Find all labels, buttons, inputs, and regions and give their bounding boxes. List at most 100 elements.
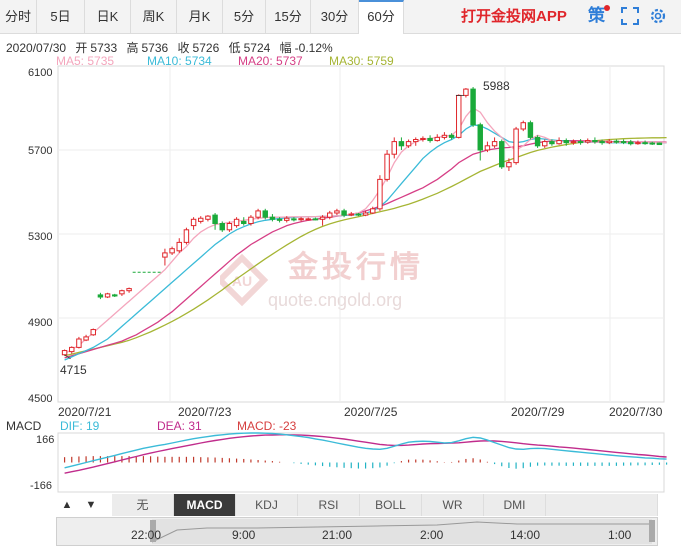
candle-body: [190, 218, 197, 227]
max-price-label: 5988: [483, 79, 510, 93]
candle-body: [549, 141, 555, 145]
candle-body: [255, 210, 261, 218]
candle-body: [327, 212, 333, 218]
candle-body: [334, 210, 340, 214]
ma30-line: [64, 136, 667, 357]
scroll-down-icon[interactable]: ▼: [82, 496, 100, 514]
scroll-up-icon[interactable]: ▲: [58, 496, 76, 514]
candle-body: [506, 162, 512, 168]
candle-body: [477, 124, 483, 151]
indicator-tab-boll[interactable]: BOLL: [360, 494, 422, 516]
nav-time-0: 22:00: [131, 528, 162, 542]
candle-body: [491, 141, 498, 147]
candle-body: [183, 229, 190, 243]
macd-title: MACD: [6, 419, 42, 433]
candle-body: [305, 218, 311, 221]
candle-body: [499, 141, 505, 168]
candle-body: [284, 217, 290, 221]
indicator-tab-wr[interactable]: WR: [422, 494, 484, 516]
candle-body: [520, 122, 526, 130]
candle-body: [298, 218, 304, 221]
dif-legend: DIF: 19: [60, 419, 100, 433]
candle-body: [69, 346, 75, 353]
candle-body: [126, 288, 132, 292]
x-tick-0723: 2020/7/23: [178, 405, 232, 419]
candle-body: [534, 136, 541, 147]
candle-body: [527, 122, 534, 138]
candle-body: [628, 141, 634, 145]
ma20-line: [64, 139, 667, 359]
candle-body: [219, 223, 225, 231]
indicator-tab-macd[interactable]: MACD: [174, 494, 236, 516]
nav-time-5: 1:00: [608, 528, 632, 542]
candle-body: [97, 294, 104, 298]
candle-body: [620, 141, 627, 144]
candle-body: [226, 223, 233, 231]
candle-body: [456, 94, 462, 138]
candle-body: [470, 88, 476, 126]
candle-body: [119, 290, 125, 295]
indicator-tab-无[interactable]: 无: [112, 494, 174, 516]
candle-body: [319, 216, 326, 220]
candle-body: [542, 141, 548, 147]
navigator-right-handle[interactable]: [649, 520, 655, 542]
candle-body: [198, 217, 204, 222]
candle-body: [513, 128, 519, 164]
candle-body: [212, 214, 218, 225]
candle-body: [176, 241, 182, 252]
candle-body: [391, 141, 397, 155]
candle-body: [556, 140, 562, 145]
indicator-tab-spacer: [546, 494, 658, 516]
candle-body: [427, 137, 433, 142]
candle-body: [262, 210, 268, 218]
candle-body: [205, 215, 211, 220]
candle-body: [642, 142, 648, 145]
candle-body: [577, 141, 584, 144]
candle-body: [405, 141, 412, 147]
x-tick-0730: 2020/7/30: [609, 405, 663, 419]
macd-tick-top: 166: [36, 434, 55, 446]
candle-body: [348, 213, 354, 216]
candle-body: [104, 293, 111, 298]
candle-body: [112, 294, 118, 297]
candle-body: [355, 213, 362, 216]
price-chart[interactable]: [0, 0, 681, 494]
candle-body: [570, 141, 577, 144]
candle-body: [169, 248, 175, 254]
candle-body: [312, 218, 319, 221]
nav-time-4: 14:00: [510, 528, 541, 542]
nav-time-1: 9:00: [232, 528, 256, 542]
indicator-tab-kdj[interactable]: KDJ: [236, 494, 298, 516]
dea-legend: DEA: 31: [157, 419, 202, 433]
candle-body: [377, 178, 383, 210]
candle-body: [563, 140, 569, 144]
candle-body: [362, 212, 369, 216]
candle-body: [233, 218, 240, 227]
candle-body: [291, 218, 297, 221]
candle-body: [384, 153, 390, 180]
candle-body: [162, 252, 168, 258]
candle-body: [635, 142, 641, 145]
macd-tick-bottom: -166: [30, 480, 53, 492]
candle-body: [341, 210, 347, 216]
candle-body: [269, 216, 276, 220]
macd-value-legend: MACD: -23: [237, 419, 297, 433]
candle-body: [599, 141, 605, 144]
candle-body: [448, 134, 455, 138]
indicator-tab-rsi[interactable]: RSI: [298, 494, 360, 516]
indicator-tab-dmi[interactable]: DMI: [484, 494, 546, 516]
candle-body: [76, 338, 82, 348]
nav-time-3: 2:00: [420, 528, 444, 542]
x-tick-0721: 2020/7/21: [58, 405, 112, 419]
candle-body: [441, 134, 448, 138]
ma5-line: [64, 107, 667, 355]
candle-body: [276, 218, 283, 221]
candle-body: [61, 350, 68, 356]
candle-body: [420, 137, 426, 140]
candle-body: [463, 88, 469, 96]
candle-body: [413, 139, 419, 143]
x-tick-0729: 2020/7/29: [511, 405, 565, 419]
ma10-line: [64, 124, 667, 361]
candle-body: [606, 140, 612, 144]
candle-body: [484, 145, 491, 151]
